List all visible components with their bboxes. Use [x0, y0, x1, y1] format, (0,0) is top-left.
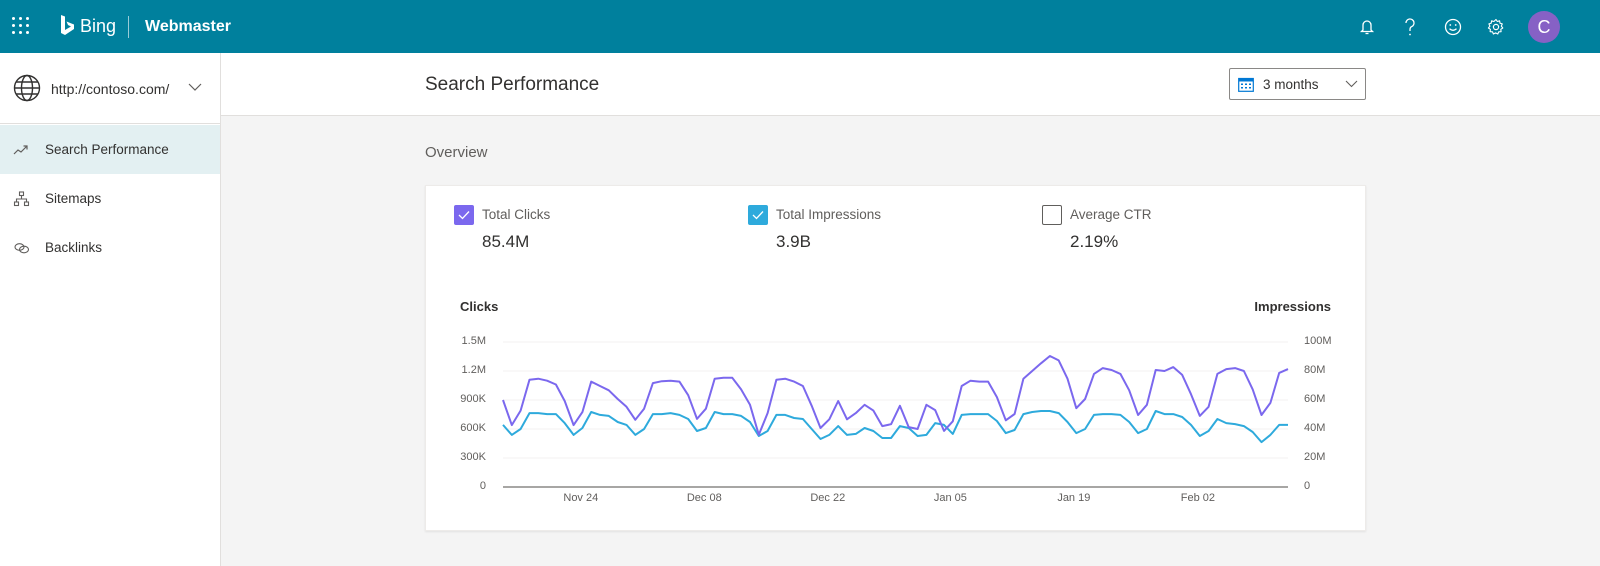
y-tick-label-left: 900K	[460, 393, 486, 405]
performance-line-chart	[502, 341, 1289, 488]
feedback-smiley-icon[interactable]	[1440, 14, 1466, 40]
x-tick-label: Dec 08	[686, 492, 722, 504]
bell-icon[interactable]	[1354, 14, 1380, 40]
x-tick-label: Jan 05	[933, 492, 967, 504]
y-tick-label-right: 40M	[1304, 422, 1326, 434]
date-range-dropdown[interactable]: 3 months	[1229, 68, 1366, 100]
product-name: Webmaster	[145, 18, 231, 35]
sidebar-item-label: Search Performance	[45, 142, 169, 157]
y-tick-label-right: 20M	[1304, 451, 1326, 463]
globe-icon	[13, 74, 41, 102]
y-tick-label-left: 0	[479, 480, 486, 492]
brand-divider	[128, 16, 129, 38]
x-tick-label: Jan 19	[1057, 492, 1091, 504]
x-tick-label: Nov 24	[563, 492, 599, 504]
chevron-down-icon	[1345, 80, 1358, 88]
sitemap-icon	[13, 191, 30, 207]
brand-name: Bing	[80, 16, 117, 36]
link-icon	[14, 243, 30, 254]
calendar-icon	[1238, 77, 1254, 92]
settings-gear-icon[interactable]	[1483, 14, 1509, 40]
main-header: Search Performance 3 months	[221, 53, 1600, 116]
y-tick-label-left: 1.5M	[461, 335, 486, 347]
y-tick-label-left: 1.2M	[461, 364, 486, 376]
sidebar-item-search-performance[interactable]: Search Performance	[0, 125, 220, 174]
overview-card: Total Clicks 85.4M Total Impressions 3.9…	[425, 185, 1366, 531]
sidebar-item-sitemaps[interactable]: Sitemaps	[0, 174, 220, 223]
sidebar: http://contoso.com/ Search Performance S…	[0, 53, 221, 566]
page-title: Search Performance	[425, 74, 600, 95]
y-tick-label-right: 0	[1304, 480, 1311, 492]
user-avatar[interactable]: C	[1528, 11, 1560, 43]
sidebar-item-backlinks[interactable]: Backlinks	[0, 223, 220, 272]
y-tick-label-left: 600K	[460, 422, 486, 434]
sidebar-item-label: Backlinks	[45, 240, 103, 255]
date-range-value: 3 months	[1263, 77, 1319, 92]
site-selector[interactable]: http://contoso.com/	[0, 53, 220, 124]
top-bar: Bing Webmaster C	[0, 0, 1600, 53]
waffle-icon[interactable]	[12, 17, 30, 35]
y-tick-label-left: 300K	[460, 451, 486, 463]
y-tick-label-right: 60M	[1304, 393, 1326, 405]
y-tick-label-right: 80M	[1304, 364, 1326, 376]
site-url: http://contoso.com/	[51, 81, 170, 97]
sidebar-item-label: Sitemaps	[45, 191, 102, 206]
y-tick-label-right: 100M	[1304, 335, 1332, 347]
x-tick-label: Feb 02	[1180, 492, 1216, 504]
trend-icon	[13, 145, 28, 155]
help-icon[interactable]	[1397, 14, 1423, 40]
bing-logo-icon	[61, 15, 74, 35]
x-tick-label: Dec 22	[810, 492, 846, 504]
chevron-down-icon	[188, 83, 202, 91]
section-heading-overview: Overview	[425, 144, 488, 161]
